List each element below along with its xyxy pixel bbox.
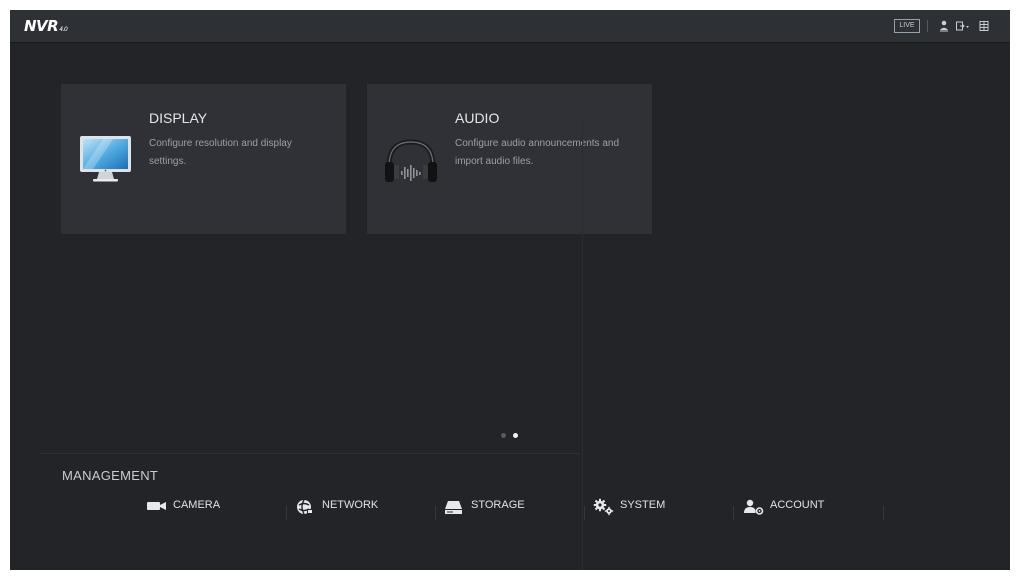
network-label: NETWORK — [322, 499, 379, 511]
management-storage[interactable]: STORAGE — [444, 496, 554, 518]
display-description: Configure resolution and display setting… — [149, 138, 292, 167]
storage-icon — [444, 498, 464, 521]
storage-label: STORAGE — [471, 499, 525, 511]
menu-grid-icon[interactable] — [978, 19, 990, 33]
management-camera[interactable]: CAMERA — [146, 496, 246, 518]
vertical-divider — [582, 120, 583, 570]
logo-version: 4.0 — [59, 26, 68, 33]
logo-text: NVR — [24, 17, 59, 35]
nvr-logo: NVR4.0 — [24, 17, 68, 35]
top-bar: NVR4.0 LIVE — [10, 10, 1010, 43]
display-title: DISPLAY — [149, 110, 208, 126]
management-separator — [883, 506, 884, 520]
audio-title: AUDIO — [455, 110, 500, 126]
headphones-icon — [381, 134, 441, 195]
camera-label: CAMERA — [173, 499, 221, 511]
section-divider — [40, 453, 580, 454]
audio-description: Configure audio announcements and import… — [455, 138, 620, 167]
nvr-main-screen: NVR4.0 LIVE DISPLAY Configure resolution… — [10, 10, 1010, 570]
network-icon — [295, 498, 315, 521]
management-account[interactable]: ACCOUNT — [743, 496, 853, 518]
user-icon[interactable] — [938, 19, 950, 33]
page-dot-1[interactable] — [501, 433, 506, 438]
logout-icon[interactable] — [955, 19, 971, 33]
camera-icon — [146, 498, 168, 517]
management-system[interactable]: SYSTEM — [593, 496, 703, 518]
system-label: SYSTEM — [620, 499, 666, 511]
live-button[interactable]: LIVE — [894, 19, 920, 33]
monitor-icon — [77, 132, 135, 189]
management-separator — [286, 506, 287, 520]
audio-tile[interactable]: AUDIO Configure audio announcements and … — [367, 84, 652, 234]
gears-icon — [593, 498, 615, 521]
display-tile[interactable]: DISPLAY Configure resolution and display… — [61, 84, 346, 234]
management-title: MANAGEMENT — [62, 468, 159, 483]
management-separator — [584, 506, 585, 520]
account-label: ACCOUNT — [770, 499, 825, 511]
management-separator — [733, 506, 734, 520]
account-icon — [743, 498, 765, 521]
management-network[interactable]: NETWORK — [295, 496, 405, 518]
page-dot-2-active[interactable] — [513, 433, 518, 438]
management-separator — [435, 506, 436, 520]
top-divider — [927, 20, 928, 32]
